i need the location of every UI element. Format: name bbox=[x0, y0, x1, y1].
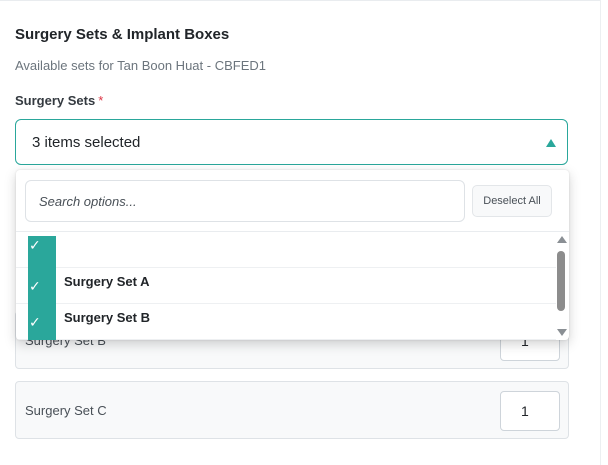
set-row-surgery-set-c: Surgery Set C bbox=[15, 381, 569, 439]
quantity-input[interactable] bbox=[500, 391, 560, 431]
scroll-down-arrow-icon[interactable] bbox=[557, 329, 567, 336]
options-dropdown: Deselect All ✓ ✓ Surgery Set A ✓ Surgery… bbox=[16, 170, 569, 340]
surgery-sets-label: Surgery Sets * bbox=[15, 93, 103, 108]
required-asterisk: * bbox=[98, 93, 104, 108]
option-item[interactable]: ✓ Surgery Set B bbox=[16, 304, 556, 340]
deselect-all-button[interactable]: Deselect All bbox=[472, 185, 552, 217]
top-divider bbox=[0, 0, 600, 1]
check-icon: ✓ bbox=[29, 314, 41, 330]
checkbox-checked[interactable]: ✓ bbox=[28, 304, 56, 340]
search-options-input[interactable] bbox=[25, 180, 465, 222]
surgery-sets-multiselect[interactable]: 3 items selected bbox=[15, 119, 568, 165]
check-icon: ✓ bbox=[29, 278, 41, 294]
checkbox-checked[interactable]: ✓ bbox=[28, 268, 56, 304]
check-icon: ✓ bbox=[29, 237, 41, 253]
caret-up-icon[interactable] bbox=[546, 139, 556, 147]
right-divider bbox=[600, 0, 601, 465]
surgery-sets-label-text: Surgery Sets bbox=[15, 93, 96, 108]
scroll-thumb[interactable] bbox=[557, 251, 565, 311]
option-item[interactable]: ✓ Surgery Set A bbox=[16, 268, 556, 304]
option-label: Surgery Set B bbox=[64, 310, 150, 325]
checkbox-checked[interactable]: ✓ bbox=[28, 236, 56, 268]
option-label: Surgery Set A bbox=[64, 274, 150, 289]
scroll-up-arrow-icon[interactable] bbox=[557, 236, 567, 243]
selected-summary: 3 items selected bbox=[32, 134, 141, 151]
section-title: Surgery Sets & Implant Boxes bbox=[15, 26, 230, 43]
set-row-label: Surgery Set C bbox=[25, 403, 107, 418]
section-subtitle: Available sets for Tan Boon Huat - CBFED… bbox=[15, 58, 266, 73]
dropdown-scrollbar[interactable] bbox=[554, 234, 568, 340]
option-item[interactable]: ✓ bbox=[16, 232, 556, 268]
options-list: ✓ ✓ Surgery Set A ✓ Surgery Set B bbox=[16, 232, 556, 340]
